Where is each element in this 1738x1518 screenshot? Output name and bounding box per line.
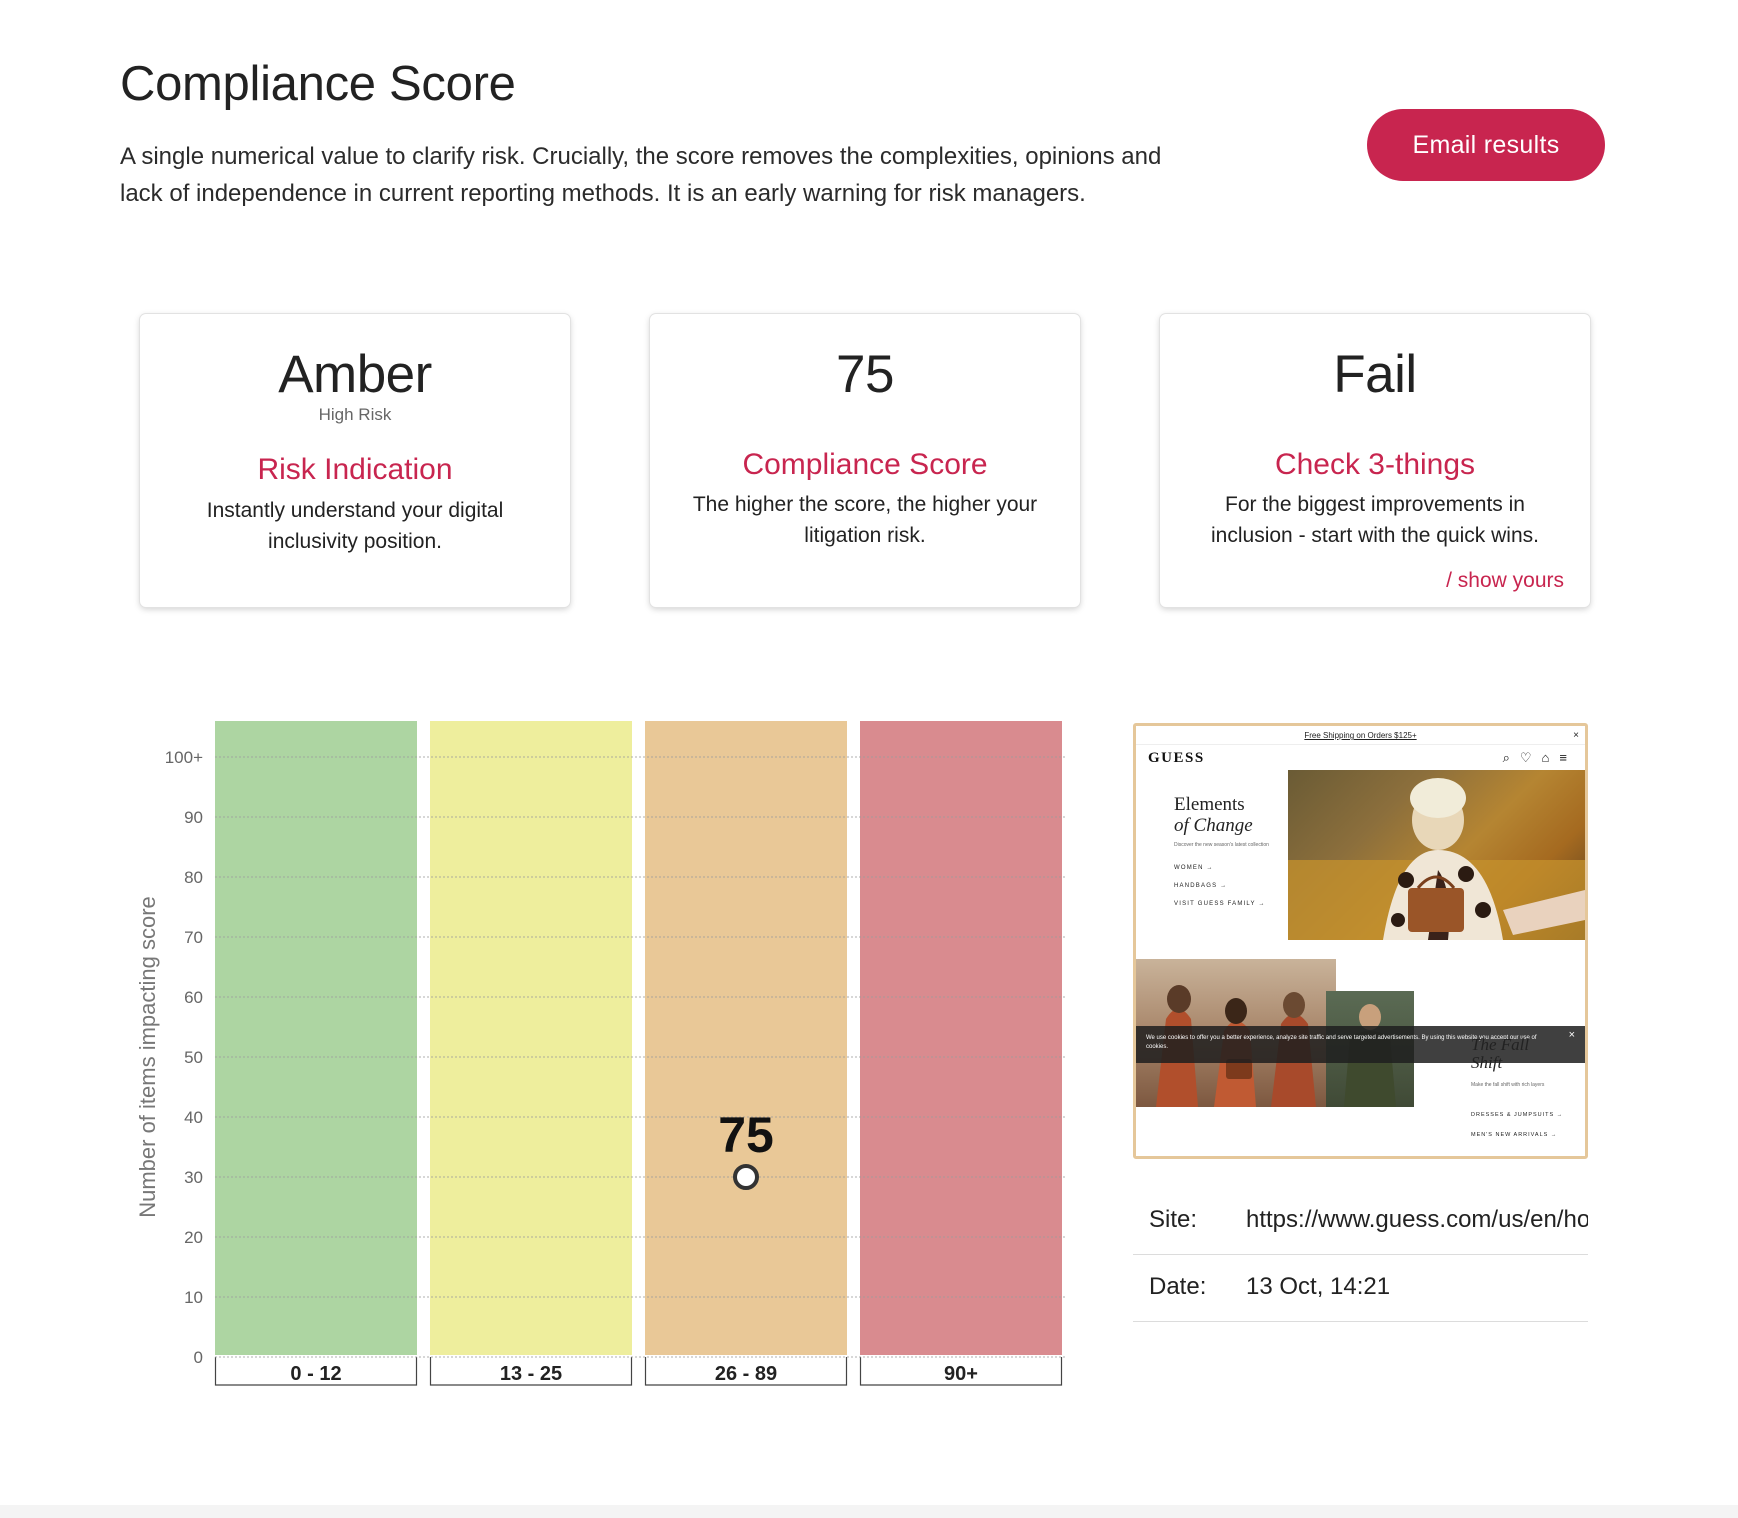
hero-link-family: VISIT GUESS FAMILY → <box>1174 901 1266 907</box>
date-row: Date: 13 Oct, 14:21 <box>1133 1255 1588 1322</box>
check-things-description: For the biggest improvements in inclusio… <box>1211 493 1539 547</box>
compliance-score-description: The higher the score, the higher your li… <box>692 493 1038 547</box>
fall-title-line-1: The Fall <box>1471 1035 1530 1054</box>
x-tick-label: 0 - 12 <box>290 1363 341 1385</box>
score-band-2 <box>645 721 847 1355</box>
page-title: Compliance Score <box>120 57 516 111</box>
y-tick-label: 30 <box>184 1168 203 1187</box>
hero-link-women: WOMEN → <box>1174 865 1214 871</box>
fall-title-line-2: Shift <box>1471 1053 1503 1072</box>
fall-link-mens: MEN'S NEW ARRIVALS → <box>1471 1132 1558 1138</box>
hero-link-handbags: HANDBAGS → <box>1174 883 1228 889</box>
score-band-chart-svg: 0 - 12 13 - 25 26 - 89 90+ 0 10 20 30 40 50 60 70 80… <box>135 721 1065 1386</box>
score-band-chart: 0 - 12 13 - 25 26 - 89 90+ 0 10 20 30 40 50 60 70 80… <box>130 715 1080 1405</box>
y-tick-label: 100+ <box>165 748 203 767</box>
hero-photo <box>1288 770 1585 940</box>
fall-blurb: Make the fall shift with rich layers <box>1471 1082 1545 1088</box>
y-axis-label: Number of items impacting score <box>135 896 160 1218</box>
site-screenshot: Free Shipping on Orders $125+ × GUESS ⌕♡… <box>1133 723 1588 1159</box>
y-tick-label: 50 <box>184 1048 203 1067</box>
footer-strip <box>0 1505 1738 1518</box>
check-things-heading: Check 3-things <box>1274 448 1476 481</box>
hero-blurb: Discover the new season's latest collect… <box>1174 842 1269 848</box>
risk-level-subtitle: High Risk <box>318 405 392 424</box>
compliance-score-card: 75 Compliance Score The higher the score… <box>650 314 1080 607</box>
score-band-0 <box>215 721 417 1355</box>
y-tick-label: 40 <box>184 1108 203 1127</box>
site-label: Site: <box>1149 1206 1198 1233</box>
risk-indication-description: Instantly understand your digital inclus… <box>206 499 504 553</box>
hero-title-line-2: of Change <box>1174 815 1253 836</box>
date-value: 13 Oct, 14:21 <box>1246 1273 1391 1300</box>
y-tick-label: 70 <box>184 928 203 947</box>
hero-title-line-1: Elements <box>1174 794 1245 815</box>
page-intro: A single numerical value to clarify risk… <box>120 143 1162 207</box>
brand-logo: GUESS <box>1148 750 1205 766</box>
promo-banner: Free Shipping on Orders $125+ <box>1136 726 1585 745</box>
score-band-1 <box>430 721 632 1355</box>
y-tick-label: 60 <box>184 988 203 1007</box>
score-marker-label: 75 <box>718 1107 774 1163</box>
y-tick-label: 20 <box>184 1228 203 1247</box>
hero-text: Elements of Change Discover the new seas… <box>1174 794 1279 907</box>
fall-shift-text: The Fall Shift Make the fall shift with … <box>1471 1035 1581 1139</box>
y-tick-label: 80 <box>184 868 203 887</box>
score-band-3 <box>860 721 1062 1355</box>
y-tick-label: 90 <box>184 808 203 827</box>
compliance-score-heading: Compliance Score <box>742 448 988 481</box>
site-url: https://www.guess.com/us/en/home <box>1246 1206 1588 1233</box>
x-tick-label: 26 - 89 <box>715 1363 777 1385</box>
y-tick-label: 0 <box>194 1348 203 1367</box>
compliance-score-value: 75 <box>836 345 894 404</box>
risk-indication-card: Amber High Risk Risk Indication Instantl… <box>140 314 570 607</box>
y-tick-label: 10 <box>184 1288 203 1307</box>
fall-link-dresses: DRESSES & JUMPSUITS → <box>1471 1112 1564 1118</box>
show-yours-link[interactable]: / show yours <box>1446 569 1564 593</box>
x-tick-label: 13 - 25 <box>500 1363 562 1385</box>
site-row: Site: https://www.guess.com/us/en/home <box>1133 1188 1588 1255</box>
score-marker-point <box>733 1164 759 1190</box>
risk-indication-heading: Risk Indication <box>257 453 453 486</box>
check-result-value: Fail <box>1333 345 1417 404</box>
email-results-button[interactable]: Email results <box>1367 109 1605 181</box>
hero-photo-art <box>1288 778 1585 940</box>
close-icon: × <box>1573 730 1579 741</box>
x-tick-label: 90+ <box>944 1363 978 1385</box>
risk-level-value: Amber <box>278 345 432 404</box>
check-things-card: Fail Check 3-things For the biggest impr… <box>1160 314 1590 607</box>
date-label: Date: <box>1149 1273 1207 1300</box>
header-icons: ⌕♡⌂≡ <box>1502 750 1577 765</box>
